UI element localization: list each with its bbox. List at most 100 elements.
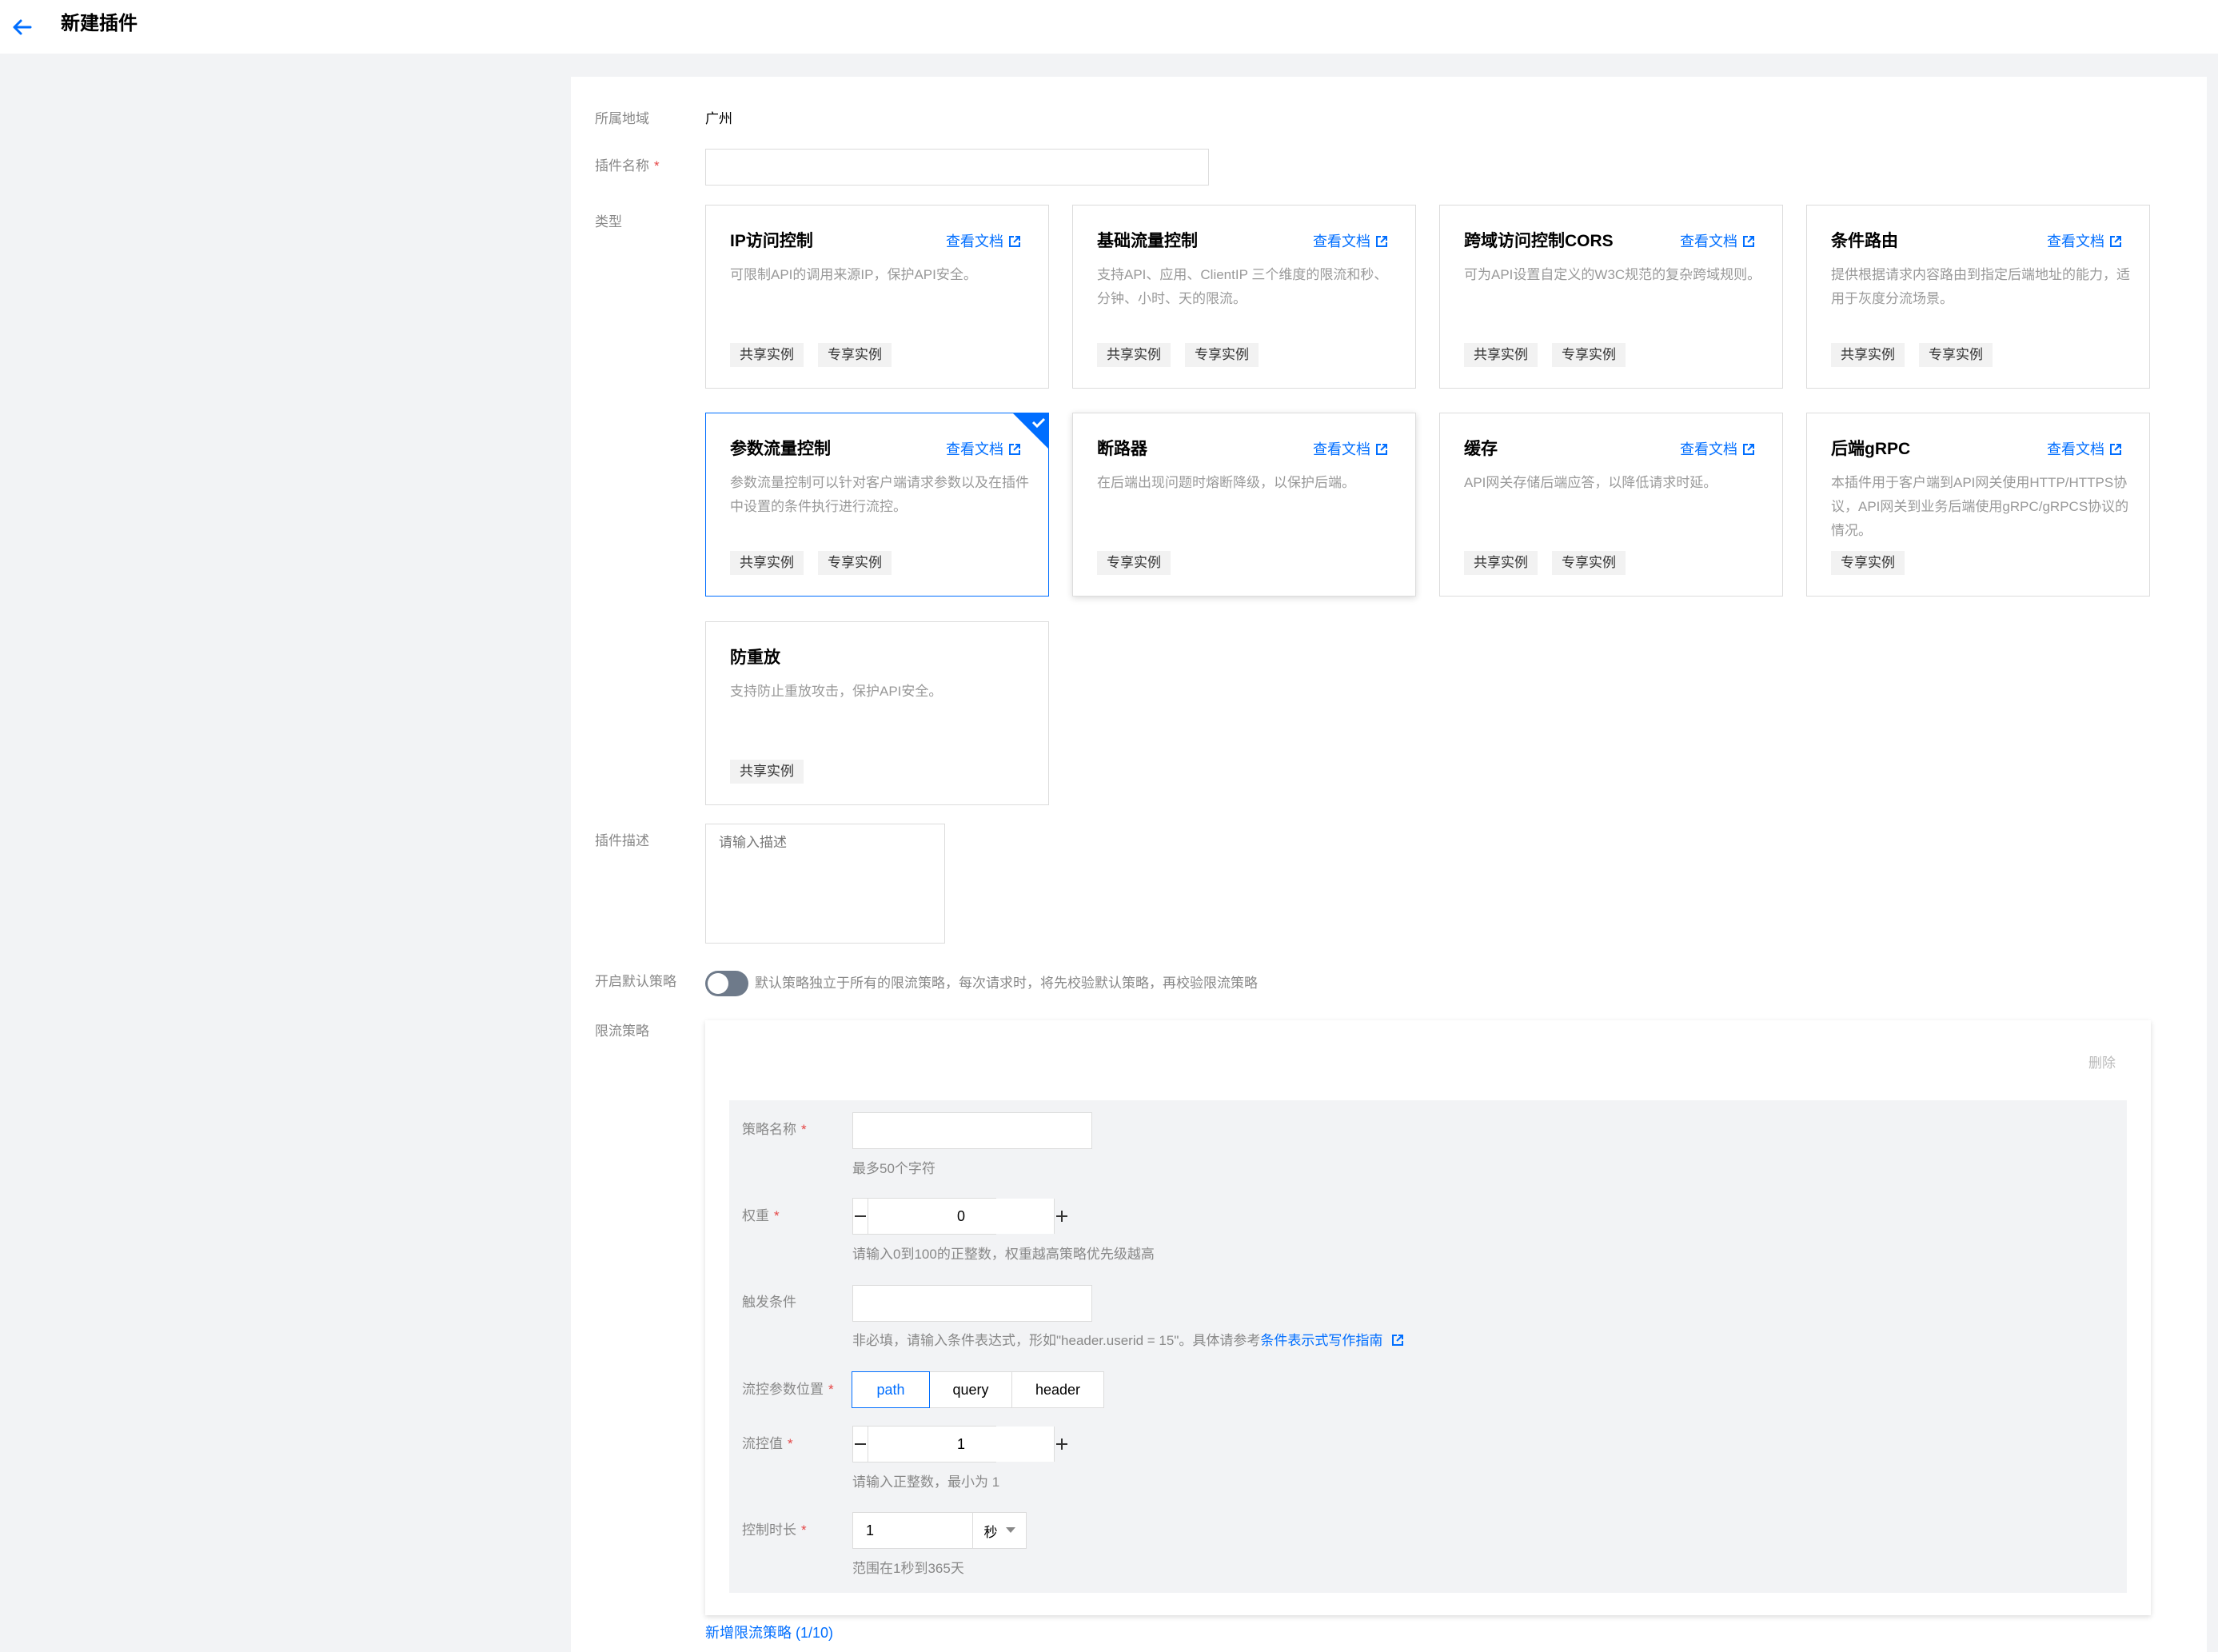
weight-input[interactable]: [868, 1199, 1054, 1234]
view-doc-link[interactable]: 查看文档: [1680, 231, 1755, 252]
duration-label: 控制时长 *: [742, 1522, 807, 1538]
policy-name-hint: 最多50个字符: [852, 1161, 935, 1176]
plugin-type-title: 参数流量控制: [730, 440, 831, 458]
view-doc-link[interactable]: 查看文档: [2047, 231, 2122, 252]
plugin-type-title: 断路器: [1097, 440, 1147, 458]
plugin-type-card[interactable]: 条件路由 查看文档 提供根据请求内容路由到指定后端地址的能力，适用于灰度分流场景。共…: [1806, 205, 2150, 389]
checkmark-icon: [1012, 413, 1049, 449]
weight-label: 权重 *: [742, 1208, 780, 1223]
plugin-desc-label: 插件描述: [595, 833, 649, 848]
plugin-type-title: 条件路由: [1831, 232, 1898, 250]
view-doc-link[interactable]: 查看文档: [2047, 439, 2122, 460]
region-value: 广州: [705, 111, 732, 126]
plus-icon: [1056, 1439, 1067, 1450]
view-doc-link[interactable]: 查看文档: [1680, 439, 1755, 460]
trigger-input[interactable]: [852, 1285, 1092, 1322]
view-doc-link[interactable]: 查看文档: [1313, 439, 1388, 460]
add-policy-link[interactable]: 新增限流策略 (1/10): [705, 1622, 833, 1644]
limit-decrement-button[interactable]: [853, 1427, 868, 1462]
view-doc-label: 查看文档: [2047, 233, 2104, 249]
instance-tags: 共享实例 专享实例: [730, 551, 892, 575]
external-link-icon: [1743, 236, 1754, 247]
plugin-type-card[interactable]: 基础流量控制 查看文档 支持API、应用、ClientIP 三个维度的限流和秒、分钟…: [1072, 205, 1416, 389]
default-policy-label: 开启默认策略: [595, 974, 676, 989]
view-doc-label: 查看文档: [1680, 233, 1737, 249]
instance-tags: 共享实例 专享实例: [1464, 551, 1626, 575]
default-policy-hint: 默认策略独立于所有的限流策略，每次请求时，将先校验默认策略，再校验限流策略: [755, 976, 1258, 991]
view-doc-label: 查看文档: [2047, 441, 2104, 457]
instance-tag: 专享实例: [1185, 343, 1259, 367]
instance-tag: 专享实例: [818, 343, 892, 367]
plugin-type-desc: 在后端出现问题时熔断降级，以保护后端。: [1097, 475, 1355, 490]
trigger-label: 触发条件: [742, 1295, 796, 1310]
weight-decrement-button[interactable]: [853, 1199, 868, 1234]
location-option-path[interactable]: path: [852, 1371, 930, 1408]
trigger-guide-link[interactable]: 条件表示式写作指南: [1260, 1333, 1382, 1348]
plugin-desc-input[interactable]: [705, 824, 945, 944]
limit-hint: 请输入正整数，最小为 1: [852, 1474, 1000, 1490]
external-link-icon: [2110, 444, 2121, 455]
limit-input[interactable]: [868, 1427, 1054, 1462]
external-link-icon: [1376, 444, 1387, 455]
rate-policy-label: 限流策略: [595, 1024, 649, 1039]
limit-increment-button[interactable]: [1054, 1427, 1069, 1462]
policy-name-input[interactable]: [852, 1112, 1092, 1149]
plugin-type-title: IP访问控制: [730, 232, 813, 250]
view-doc-link[interactable]: 查看文档: [946, 231, 1021, 252]
instance-tags: 专享实例: [1097, 551, 1171, 575]
plugin-type-card[interactable]: 跨域访问控制CORS 查看文档可为API设置自定义的W3C规范的复杂跨域规则。共享…: [1439, 205, 1783, 389]
plugin-type-title: 跨域访问控制CORS: [1464, 232, 1614, 250]
instance-tags: 共享实例 专享实例: [1464, 343, 1626, 367]
instance-tags: 共享实例 专享实例: [1831, 343, 1993, 367]
instance-tag: 共享实例: [1097, 343, 1171, 367]
plugin-type-card[interactable]: 断路器 查看文档在后端出现问题时熔断降级，以保护后端。专享实例: [1072, 413, 1416, 597]
duration-unit-select[interactable]: 秒: [973, 1513, 1026, 1548]
duration-hint: 范围在1秒到365天: [852, 1561, 964, 1576]
external-link-icon[interactable]: [1391, 1334, 1404, 1347]
plus-icon: [1056, 1211, 1067, 1222]
plugin-type-card[interactable]: IP访问控制 查看文档 可限制API的调用来源IP，保护API安全。 共享实例 专享实例: [705, 205, 1049, 389]
view-doc-label: 查看文档: [1313, 233, 1370, 249]
page-title: 新建插件: [61, 13, 138, 34]
plugin-type-card[interactable]: 防重放 支持防止重放攻击，保护API安全。 共享实例: [705, 621, 1049, 805]
location-option-header[interactable]: header: [1011, 1371, 1104, 1408]
plugin-type-desc: 可限制API的调用来源IP，保护API安全。: [730, 267, 977, 282]
location-segmented-control: path query header: [852, 1371, 1104, 1408]
instance-tag: 专享实例: [1831, 551, 1905, 575]
plugin-type-title: 基础流量控制: [1097, 232, 1198, 250]
plugin-type-desc: 本插件用于客户端到API网关使用HTTP/HTTPS协议，API网关到业务后端使…: [1831, 475, 2129, 538]
plugin-name-label: 插件名称 *: [595, 158, 660, 174]
plugin-type-desc: API网关存储后端应答，以降低请求时延。: [1464, 475, 1717, 490]
external-link-icon: [1009, 236, 1020, 247]
instance-tag: 专享实例: [1552, 343, 1626, 367]
location-option-query[interactable]: query: [929, 1371, 1012, 1408]
plugin-name-input[interactable]: [705, 149, 1209, 186]
caret-down-icon: [1005, 1527, 1015, 1533]
external-link-icon: [1743, 444, 1754, 455]
instance-tags: 共享实例 专享实例: [1097, 343, 1259, 367]
default-policy-toggle[interactable]: [705, 971, 748, 996]
duration-input[interactable]: [853, 1513, 973, 1548]
instance-tags: 专享实例: [1831, 551, 1905, 575]
external-link-icon: [2110, 236, 2121, 247]
instance-tag: 共享实例: [1831, 343, 1905, 367]
plugin-type-card[interactable]: 后端gRPC 查看文档 本插件用于客户端到API网关使用HTTP/HTTPS协议，A…: [1806, 413, 2150, 597]
view-doc-link[interactable]: 查看文档: [946, 439, 1021, 460]
plugin-type-desc: 可为API设置自定义的W3C规范的复杂跨域规则。: [1464, 267, 1761, 282]
region-label: 所属地域: [595, 111, 649, 126]
view-doc-label: 查看文档: [946, 233, 1003, 249]
delete-policy-button[interactable]: 删除: [2088, 1054, 2116, 1073]
plugin-type-card[interactable]: 参数流量控制 查看文档参数流量控制可以针对客户端请求参数以及在插件中设置的条件执行…: [705, 413, 1049, 597]
instance-tag: 专享实例: [818, 551, 892, 575]
plugin-type-desc: 参数流量控制可以针对客户端请求参数以及在插件中设置的条件执行进行流控。: [730, 475, 1029, 514]
limit-stepper: [852, 1426, 1067, 1462]
instance-tag: 共享实例: [730, 551, 804, 575]
weight-increment-button[interactable]: [1054, 1199, 1069, 1234]
arrow-left-icon[interactable]: [6, 11, 38, 43]
type-label: 类型: [595, 214, 622, 229]
view-doc-link[interactable]: 查看文档: [1313, 231, 1388, 252]
instance-tag: 共享实例: [1464, 343, 1538, 367]
weight-hint: 请输入0到100的正整数，权重越高策略优先级越高: [852, 1247, 1155, 1262]
plugin-type-card[interactable]: 缓存 查看文档 API网关存储后端应答，以降低请求时延。 共享实例 专享实例: [1439, 413, 1783, 597]
trigger-hint: 非必填，请输入条件表达式，形如"header.userid = 15"。具体请参…: [852, 1331, 1404, 1351]
